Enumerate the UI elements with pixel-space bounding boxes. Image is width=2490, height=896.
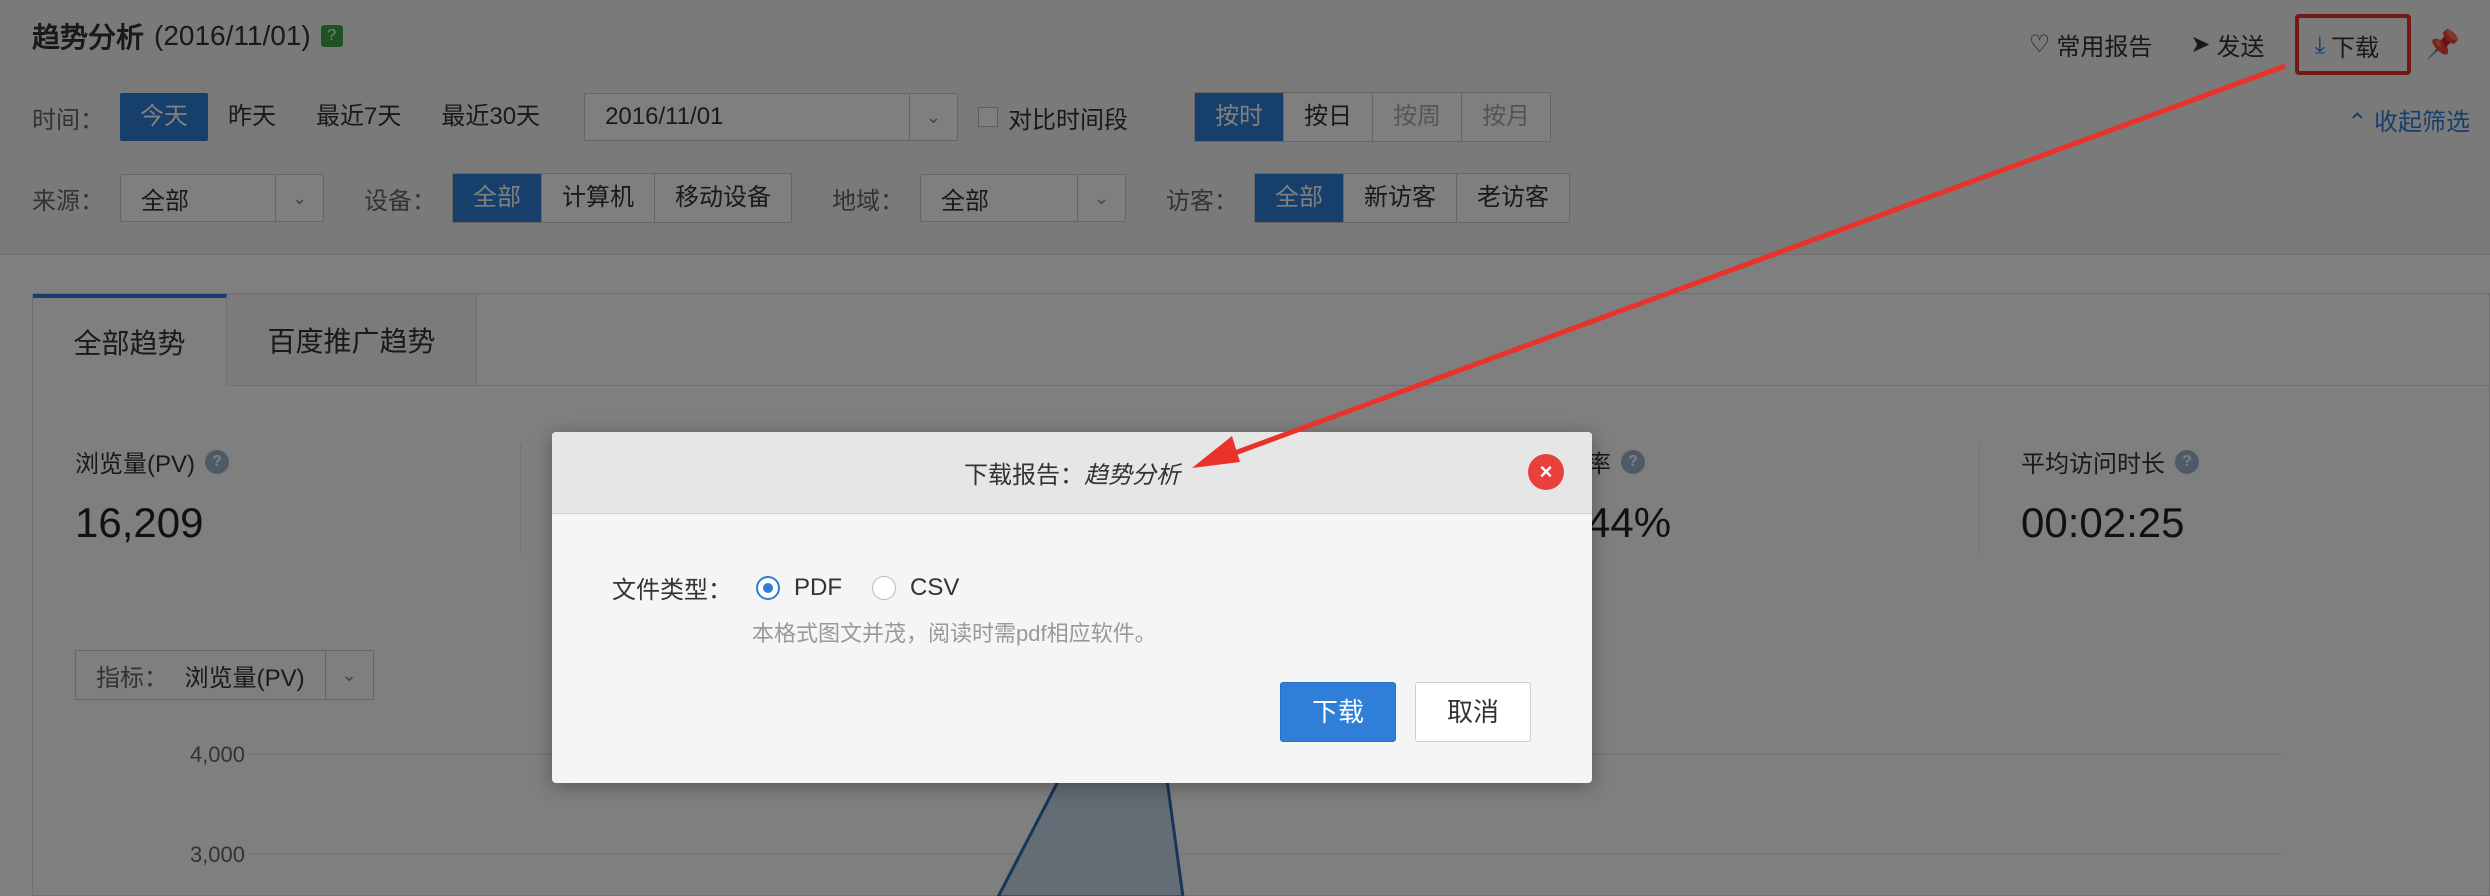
arrow-head xyxy=(1192,436,1240,468)
annotation-arrow xyxy=(1192,63,2286,468)
arrow-line xyxy=(1204,63,2286,467)
